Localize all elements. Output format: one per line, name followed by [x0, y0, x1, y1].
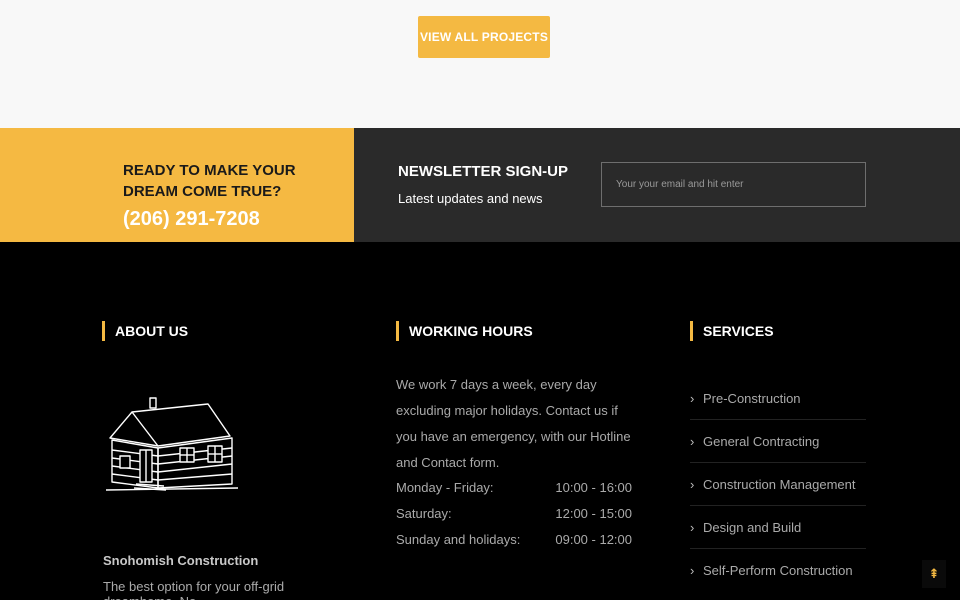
newsletter-title: NEWSLETTER SIGN-UP	[398, 163, 569, 180]
service-link-self-perform-construction[interactable]: › Self-Perform Construction	[690, 549, 866, 592]
chevron-right-icon: ›	[690, 433, 695, 449]
service-label: General Contracting	[703, 433, 820, 449]
house-logo-icon	[105, 397, 239, 491]
service-label: Design and Build	[703, 519, 802, 535]
hours-day: Saturday:	[396, 506, 452, 521]
hours-row: Sunday and holidays: 09:00 - 12:00	[396, 527, 632, 553]
hours-day: Sunday and holidays:	[396, 532, 521, 547]
hours-day: Monday - Friday:	[396, 480, 494, 495]
footer: ABOUT US Snohomish Construction The best…	[0, 242, 960, 600]
service-link-design-and-build[interactable]: › Design and Build	[690, 506, 866, 549]
hours-table: Monday - Friday: 10:00 - 16:00 Saturday:…	[396, 475, 632, 553]
hours-row: Monday - Friday: 10:00 - 16:00	[396, 475, 632, 501]
cta-phone-number[interactable]: (206) 291-7208	[123, 208, 260, 231]
about-company-name: Snohomish Construction	[103, 553, 259, 568]
about-heading: ABOUT US	[102, 321, 188, 341]
newsletter-subtitle: Latest updates and news	[398, 191, 543, 206]
services-heading: SERVICES	[690, 321, 774, 341]
cta-title: READY TO MAKE YOUR DREAM COME TRUE?	[123, 162, 296, 200]
hours-row: Saturday: 12:00 - 15:00	[396, 501, 632, 527]
chevron-right-icon: ›	[690, 519, 695, 535]
hours-time: 10:00 - 16:00	[555, 480, 632, 495]
cta-banner: READY TO MAKE YOUR DREAM COME TRUE? (206…	[0, 128, 354, 242]
back-to-top-button[interactable]: ⇞	[922, 560, 946, 588]
view-all-projects-button[interactable]: VIEW ALL PROJECTS	[418, 16, 550, 58]
working-hours-heading: WORKING HOURS	[396, 321, 533, 341]
hours-time: 12:00 - 15:00	[555, 506, 632, 521]
chevron-right-icon: ›	[690, 476, 695, 492]
service-label: Pre-Construction	[703, 390, 801, 406]
service-label: Construction Management	[703, 476, 856, 492]
service-label: Self-Perform Construction	[703, 563, 853, 578]
chevron-right-icon: ›	[690, 390, 695, 406]
newsletter-section: NEWSLETTER SIGN-UP Latest updates and ne…	[354, 128, 960, 242]
services-list: › Pre-Construction › General Contracting…	[690, 377, 866, 592]
projects-section: VIEW ALL PROJECTS	[0, 0, 960, 128]
double-chevron-up-icon: ⇞	[928, 566, 940, 581]
service-link-construction-management[interactable]: › Construction Management	[690, 463, 866, 506]
about-description: The best option for your off-grid dreamh…	[103, 579, 285, 600]
chevron-right-icon: ›	[690, 563, 695, 578]
service-link-pre-construction[interactable]: › Pre-Construction	[690, 377, 866, 420]
newsletter-email-input[interactable]	[601, 162, 866, 207]
service-link-general-contracting[interactable]: › General Contracting	[690, 420, 866, 463]
hours-time: 09:00 - 12:00	[555, 532, 632, 547]
working-hours-description: We work 7 days a week, every day excludi…	[396, 377, 631, 470]
